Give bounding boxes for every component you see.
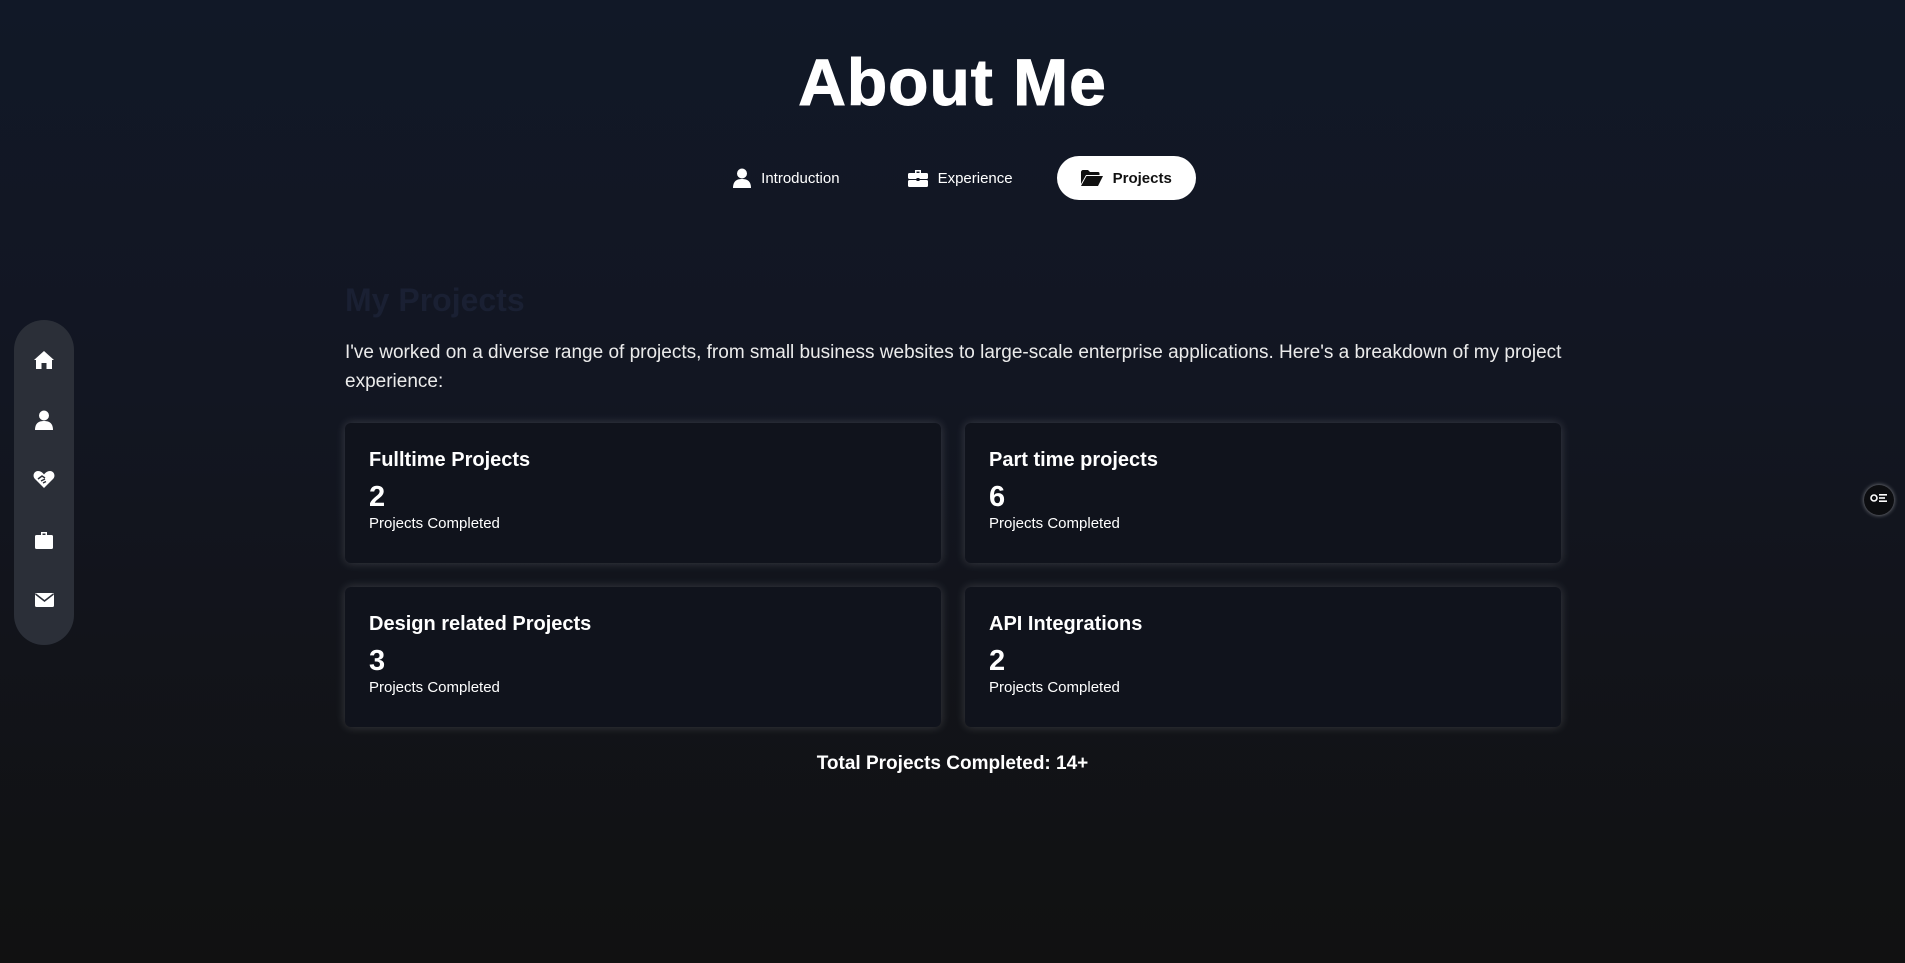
user-icon (35, 410, 53, 435)
stat-card-count: 6 (989, 481, 1006, 513)
stat-card-label: Projects Completed (369, 679, 500, 696)
briefcase-icon (35, 531, 53, 554)
stat-card: Design related Projects 3 Projects Compl… (345, 587, 941, 727)
stat-card-title: API Integrations (989, 613, 1143, 635)
sidebar-nav (14, 320, 74, 645)
project-stats-grid: Fulltime Projects 2 Projects Completed P… (345, 423, 1561, 727)
stat-card-title: Part time projects (989, 449, 1158, 471)
settings-toggle-button[interactable] (1864, 485, 1894, 515)
settings-toggle-icon (1870, 491, 1888, 509)
tab-label: Introduction (761, 169, 840, 187)
tab-bar: Introduction Experience Projects (0, 156, 1905, 200)
stat-card-title: Fulltime Projects (369, 449, 531, 471)
home-icon (34, 351, 54, 374)
stat-card-count: 2 (369, 481, 386, 513)
sidebar-item-contact[interactable] (24, 573, 64, 633)
handshake-heart-icon (33, 470, 55, 495)
tab-experience[interactable]: Experience (884, 156, 1037, 200)
user-icon (733, 168, 752, 188)
page-title: About Me (798, 45, 1107, 120)
stat-card: Fulltime Projects 2 Projects Completed (345, 423, 941, 563)
stat-card: API Integrations 2 Projects Completed (965, 587, 1561, 727)
sidebar-item-portfolio[interactable] (24, 513, 64, 573)
tab-label: Projects (1112, 169, 1172, 187)
sidebar-item-services[interactable] (24, 453, 64, 513)
envelope-icon (34, 593, 54, 612)
folder-open-icon (1080, 170, 1103, 186)
stat-card-label: Projects Completed (369, 515, 500, 532)
tab-introduction[interactable]: Introduction (709, 156, 863, 200)
stat-card-label: Projects Completed (989, 515, 1120, 532)
stat-card-label: Projects Completed (989, 679, 1120, 696)
briefcase-icon (907, 169, 928, 187)
total-projects: Total Projects Completed: 14+ (816, 753, 1089, 774)
stat-card-count: 3 (369, 645, 386, 677)
stat-card: Part time projects 6 Projects Completed (965, 423, 1561, 563)
section-heading: My Projects (345, 282, 525, 318)
stat-card-count: 2 (989, 645, 1006, 677)
stat-card-title: Design related Projects (369, 613, 592, 635)
tab-projects[interactable]: Projects (1056, 156, 1196, 200)
sidebar-item-home[interactable] (24, 333, 64, 393)
tab-label: Experience (937, 169, 1013, 187)
sidebar-item-about[interactable] (24, 393, 64, 453)
section-intro: I've worked on a diverse range of projec… (345, 342, 1562, 392)
